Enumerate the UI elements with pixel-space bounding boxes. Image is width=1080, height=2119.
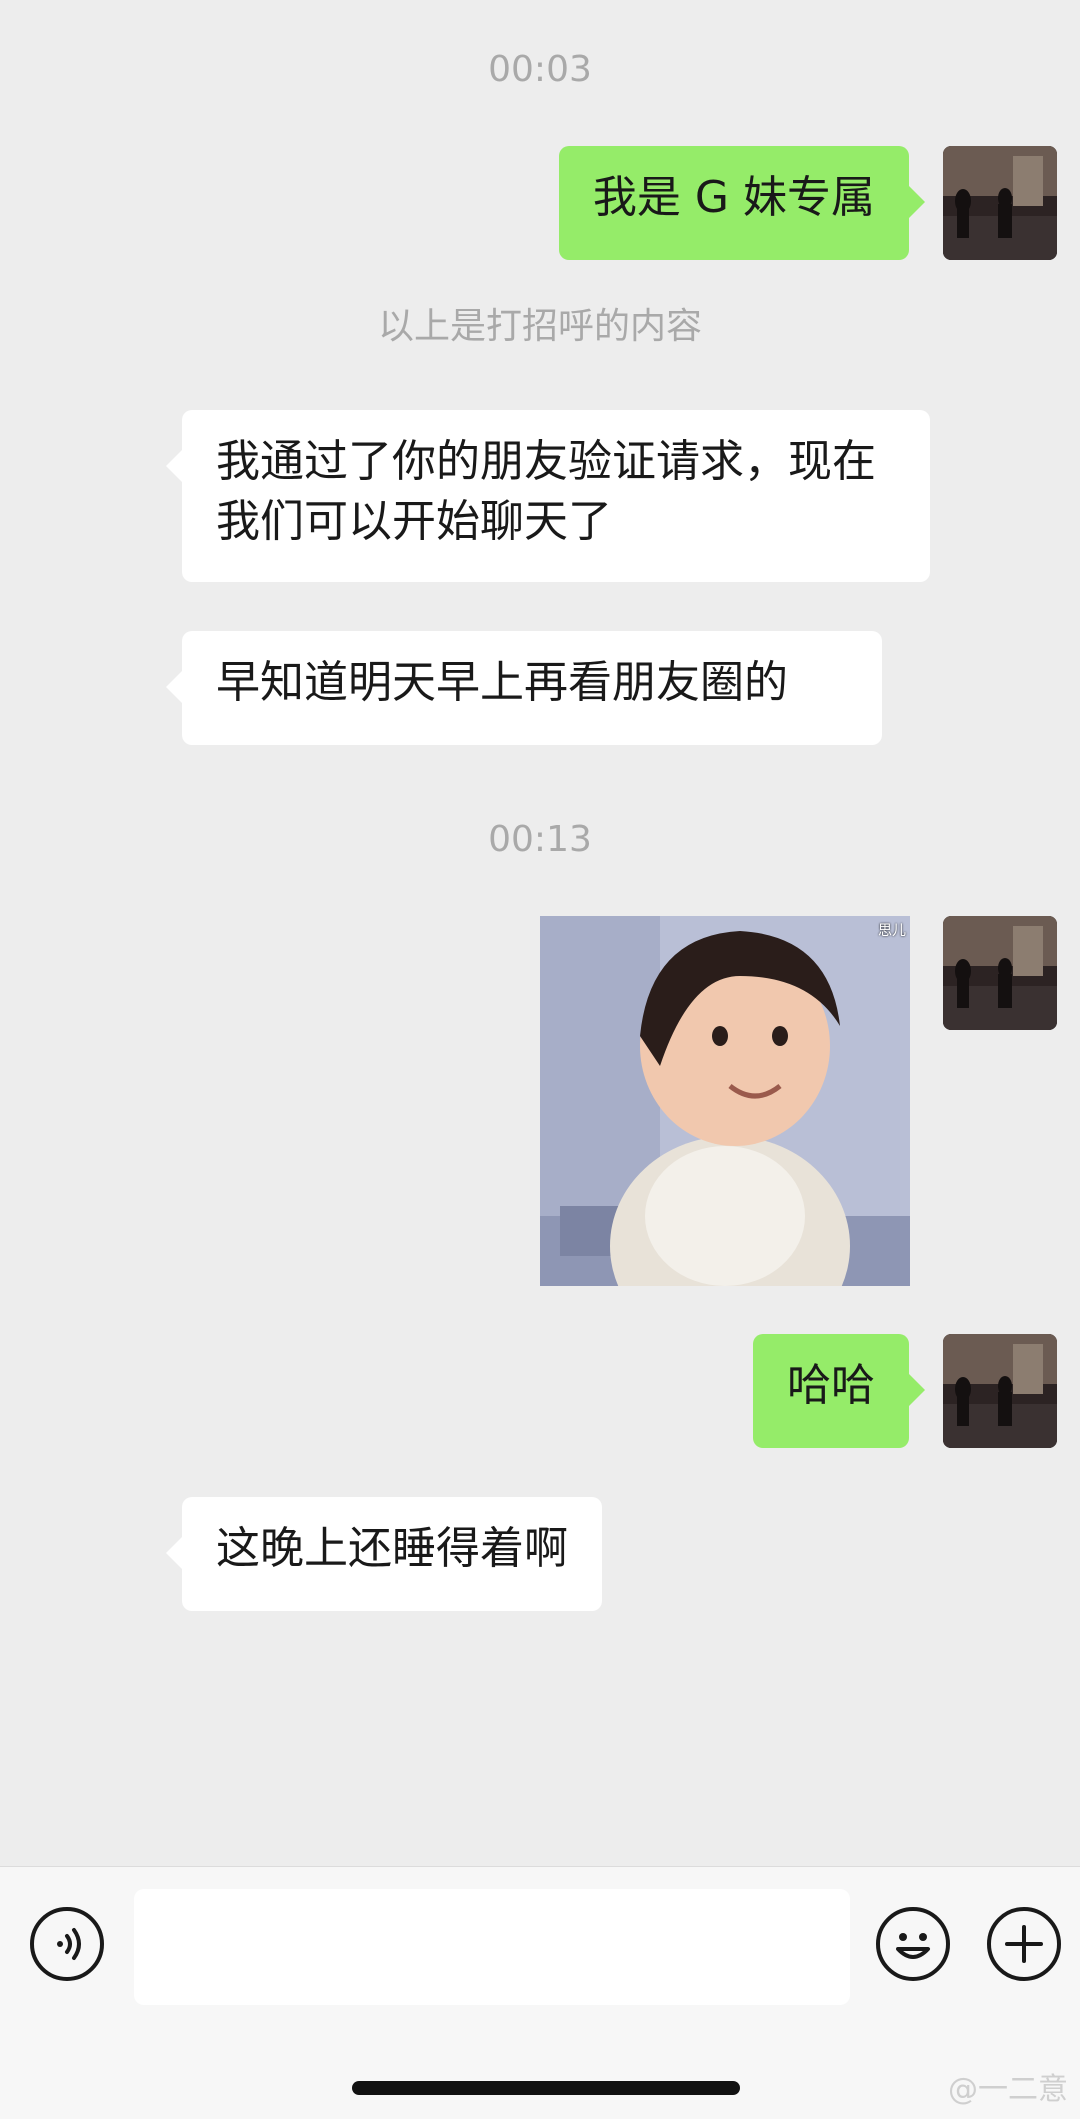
- system-note: 以上是打招呼的内容: [377, 306, 702, 347]
- chat-history: 00:03 我是 G 妹专属 以上是打招呼的内容 我通过了你的朋友验证请求，现在…: [0, 0, 1080, 1866]
- plus-icon: [1005, 1925, 1043, 1963]
- sticker-watermark-text: 思儿: [878, 923, 906, 939]
- home-indicator[interactable]: [352, 2081, 740, 2095]
- message-bubble-outgoing[interactable]: 哈哈: [753, 1334, 925, 1448]
- avatar[interactable]: [943, 146, 1057, 260]
- message-bubble-incoming[interactable]: 早知道明天早上再看朋友圈的: [166, 631, 882, 745]
- watermark: @一二意: [948, 2072, 1068, 2107]
- emoji-button[interactable]: [876, 1907, 950, 1981]
- timestamp: 00:13: [488, 819, 592, 860]
- more-button[interactable]: [987, 1907, 1061, 1981]
- timestamp: 00:03: [488, 49, 592, 90]
- message-bubble-incoming[interactable]: 我通过了你的朋友验证请求，现在我们可以开始聊天了: [166, 410, 930, 582]
- message-input[interactable]: [134, 1889, 850, 2005]
- avatar[interactable]: [943, 1334, 1057, 1448]
- voice-button[interactable]: [30, 1907, 104, 1981]
- avatar[interactable]: [943, 916, 1057, 1030]
- message-bubble-incoming[interactable]: 这晚上还睡得着啊: [166, 1497, 602, 1611]
- avatar-photo-icon: [943, 916, 1057, 1030]
- voice-icon: [57, 1928, 81, 1960]
- avatar-photo-icon: [943, 1334, 1057, 1448]
- emoji-icon: [896, 1933, 930, 1959]
- baby-sticker-icon: [540, 916, 910, 1286]
- avatar-photo-icon: [943, 146, 1057, 260]
- sticker-image[interactable]: 思儿: [540, 916, 910, 1286]
- message-bubble-outgoing[interactable]: 我是 G 妹专属: [558, 146, 926, 260]
